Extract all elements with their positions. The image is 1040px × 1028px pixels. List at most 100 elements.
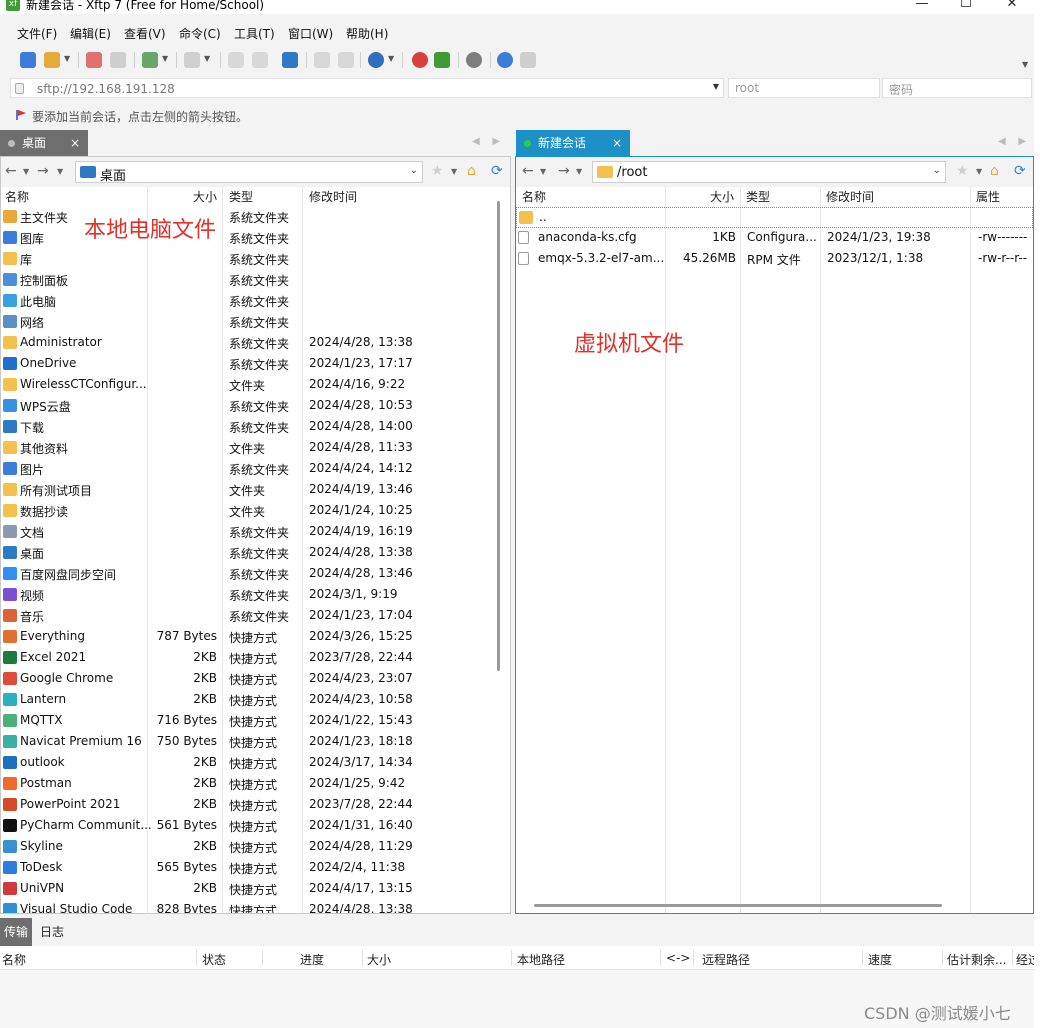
file-row[interactable]: PowerPoint 2021 2KB 快捷方式 2023/7/28, 22:44 xyxy=(1,795,510,816)
bookmark-star-icon[interactable]: ★ xyxy=(431,163,444,179)
transfer-col-status[interactable]: 状态 xyxy=(202,951,226,968)
back-arrow-icon[interactable]: ← xyxy=(5,163,17,179)
file-row[interactable]: 库 系统文件夹 xyxy=(1,249,510,270)
menu-help[interactable]: 帮助(H) xyxy=(346,25,388,42)
disconnect-icon[interactable] xyxy=(86,52,102,68)
username-input[interactable]: root xyxy=(728,78,880,98)
tab-transfer[interactable]: 传输 xyxy=(0,918,33,946)
file-row[interactable]: 此电脑 系统文件夹 xyxy=(1,291,510,312)
delete-icon[interactable] xyxy=(252,52,268,68)
toolbar-overflow-icon[interactable]: ▼ xyxy=(1022,60,1028,69)
menu-edit[interactable]: 编辑(E) xyxy=(70,25,111,42)
file-row[interactable]: Navicat Premium 16 750 Bytes 快捷方式 2024/1/23… xyxy=(1,732,510,753)
remote-horizontal-scrollbar[interactable] xyxy=(534,904,942,907)
tab-log[interactable]: 日志 xyxy=(36,918,68,946)
col-type[interactable]: 类型 xyxy=(746,188,770,205)
tab-scroll-arrows[interactable]: ◀ ▶ xyxy=(998,136,1026,147)
transfer-settings-icon[interactable] xyxy=(142,52,158,68)
file-row[interactable]: 控制面板 系统文件夹 xyxy=(1,270,510,291)
file-row[interactable]: .. xyxy=(516,207,1033,228)
col-size[interactable]: 大小 xyxy=(193,188,217,205)
gear-icon[interactable] xyxy=(466,52,482,68)
chevron-down-icon[interactable]: ⌄ xyxy=(933,165,941,176)
file-row[interactable]: Excel 2021 2KB 快捷方式 2023/7/28, 22:44 xyxy=(1,648,510,669)
file-row[interactable]: 音乐 系统文件夹 2024/1/23, 17:04 xyxy=(1,606,510,627)
col-modified[interactable]: 修改时间 xyxy=(309,188,357,205)
maximize-button[interactable]: ☐ xyxy=(944,0,988,14)
remote-path-input[interactable]: /root ⌄ xyxy=(592,161,946,183)
transfer-col-eta[interactable]: 估计剩余... xyxy=(947,951,1006,968)
file-row[interactable]: outlook 2KB 快捷方式 2024/3/17, 14:34 xyxy=(1,753,510,774)
tab-new-session[interactable]: 新建会话 × xyxy=(516,130,630,156)
col-size[interactable]: 大小 xyxy=(710,188,734,205)
chevron-down-icon[interactable]: ⌄ xyxy=(410,165,418,176)
file-row[interactable]: anaconda-ks.cfg 1KB Configura... 2024/1/23,… xyxy=(516,228,1033,249)
home-folder-icon[interactable]: ⌂ xyxy=(467,163,476,179)
reconnect-icon[interactable] xyxy=(110,52,126,68)
transfer-col-local-path[interactable]: 本地路径 xyxy=(517,951,565,968)
col-modified[interactable]: 修改时间 xyxy=(826,188,874,205)
minimize-button[interactable]: — xyxy=(900,0,944,14)
file-row[interactable]: 桌面 系统文件夹 2024/4/28, 13:38 xyxy=(1,543,510,564)
help-icon[interactable] xyxy=(497,52,513,68)
transfer-col-name[interactable]: 名称 xyxy=(2,951,26,968)
file-row[interactable]: emqx-5.3.2-el7-am... 45.26MB RPM 文件 2023/12… xyxy=(516,249,1033,270)
col-name[interactable]: 名称 xyxy=(522,188,546,205)
close-window-button[interactable]: ✕ xyxy=(990,0,1034,14)
file-row[interactable]: Visual Studio Code 828 Bytes 快捷方式 2024/4/28… xyxy=(1,900,510,913)
file-row[interactable]: Skyline 2KB 快捷方式 2024/4/28, 11:29 xyxy=(1,837,510,858)
transfer-col-progress[interactable]: 进度 xyxy=(300,951,324,968)
globe-icon[interactable] xyxy=(368,52,384,68)
password-input[interactable]: 密码 xyxy=(882,78,1032,98)
file-row[interactable]: 文档 系统文件夹 2024/4/19, 16:19 xyxy=(1,522,510,543)
refresh-icon[interactable]: ⟳ xyxy=(491,163,503,179)
file-row[interactable]: 视频 系统文件夹 2024/3/1, 9:19 xyxy=(1,585,510,606)
forward-arrow-icon[interactable]: → xyxy=(37,163,49,179)
menu-command[interactable]: 命令(C) xyxy=(179,25,221,42)
file-row[interactable]: Lantern 2KB 快捷方式 2024/4/23, 10:58 xyxy=(1,690,510,711)
file-row[interactable]: 数据抄读 文件夹 2024/1/24, 10:25 xyxy=(1,501,510,522)
properties-icon[interactable] xyxy=(228,52,244,68)
terminal-icon[interactable] xyxy=(184,52,200,68)
paste-icon[interactable] xyxy=(338,52,354,68)
col-name[interactable]: 名称 xyxy=(5,188,29,205)
menu-tools[interactable]: 工具(T) xyxy=(234,25,275,42)
sync-arrows-icon[interactable] xyxy=(282,52,298,68)
file-row[interactable]: 图片 系统文件夹 2024/4/24, 14:12 xyxy=(1,459,510,480)
transfer-col-remote-path[interactable]: 远程路径 xyxy=(702,951,750,968)
forward-arrow-icon[interactable]: → xyxy=(558,163,570,179)
file-row[interactable]: ToDesk 565 Bytes 快捷方式 2024/2/4, 11:38 xyxy=(1,858,510,879)
file-row[interactable]: Administrator 系统文件夹 2024/4/28, 13:38 xyxy=(1,333,510,354)
file-row[interactable]: 主文件夹 系统文件夹 xyxy=(1,207,510,228)
menu-view[interactable]: 查看(V) xyxy=(124,25,166,42)
back-arrow-icon[interactable]: ← xyxy=(522,163,534,179)
file-row[interactable]: PyCharm Communit... 561 Bytes 快捷方式 2024/1/3… xyxy=(1,816,510,837)
file-row[interactable]: 图库 系统文件夹 xyxy=(1,228,510,249)
transfer-col-size[interactable]: 大小 xyxy=(367,951,391,968)
close-icon[interactable]: × xyxy=(70,130,80,156)
file-row[interactable]: MQTTX 716 Bytes 快捷方式 2024/1/22, 15:43 xyxy=(1,711,510,732)
tab-scroll-arrows[interactable]: ◀ ▶ xyxy=(472,136,500,147)
transfer-col-speed[interactable]: 速度 xyxy=(868,951,892,968)
local-path-input[interactable]: 桌面 ⌄ xyxy=(75,161,423,184)
refresh-icon[interactable]: ⟳ xyxy=(1014,163,1026,179)
xshell-icon[interactable] xyxy=(412,52,428,68)
file-row[interactable]: Google Chrome 2KB 快捷方式 2024/4/23, 23:07 xyxy=(1,669,510,690)
tab-desktop[interactable]: 桌面 × xyxy=(0,130,88,156)
chevron-down-icon[interactable]: ▼ xyxy=(713,82,719,91)
col-attributes[interactable]: 属性 xyxy=(976,188,1000,205)
close-icon[interactable]: × xyxy=(612,130,622,156)
menu-window[interactable]: 窗口(W) xyxy=(288,25,333,42)
new-session-icon[interactable] xyxy=(20,52,36,68)
file-row[interactable]: 其他资料 文件夹 2024/4/28, 11:33 xyxy=(1,438,510,459)
file-row[interactable]: 所有测试项目 文件夹 2024/4/19, 13:46 xyxy=(1,480,510,501)
transfer-col-direction[interactable]: <-> xyxy=(666,951,690,965)
col-type[interactable]: 类型 xyxy=(229,188,253,205)
transfer-col-elapsed[interactable]: 经过 xyxy=(1016,951,1034,968)
chat-icon[interactable] xyxy=(520,52,536,68)
home-folder-icon[interactable]: ⌂ xyxy=(990,163,999,179)
file-row[interactable]: UniVPN 2KB 快捷方式 2024/4/17, 13:15 xyxy=(1,879,510,900)
file-row[interactable]: Everything 787 Bytes 快捷方式 2024/3/26, 15:25 xyxy=(1,627,510,648)
file-row[interactable]: 网络 系统文件夹 xyxy=(1,312,510,333)
bookmark-star-icon[interactable]: ★ xyxy=(956,163,969,179)
